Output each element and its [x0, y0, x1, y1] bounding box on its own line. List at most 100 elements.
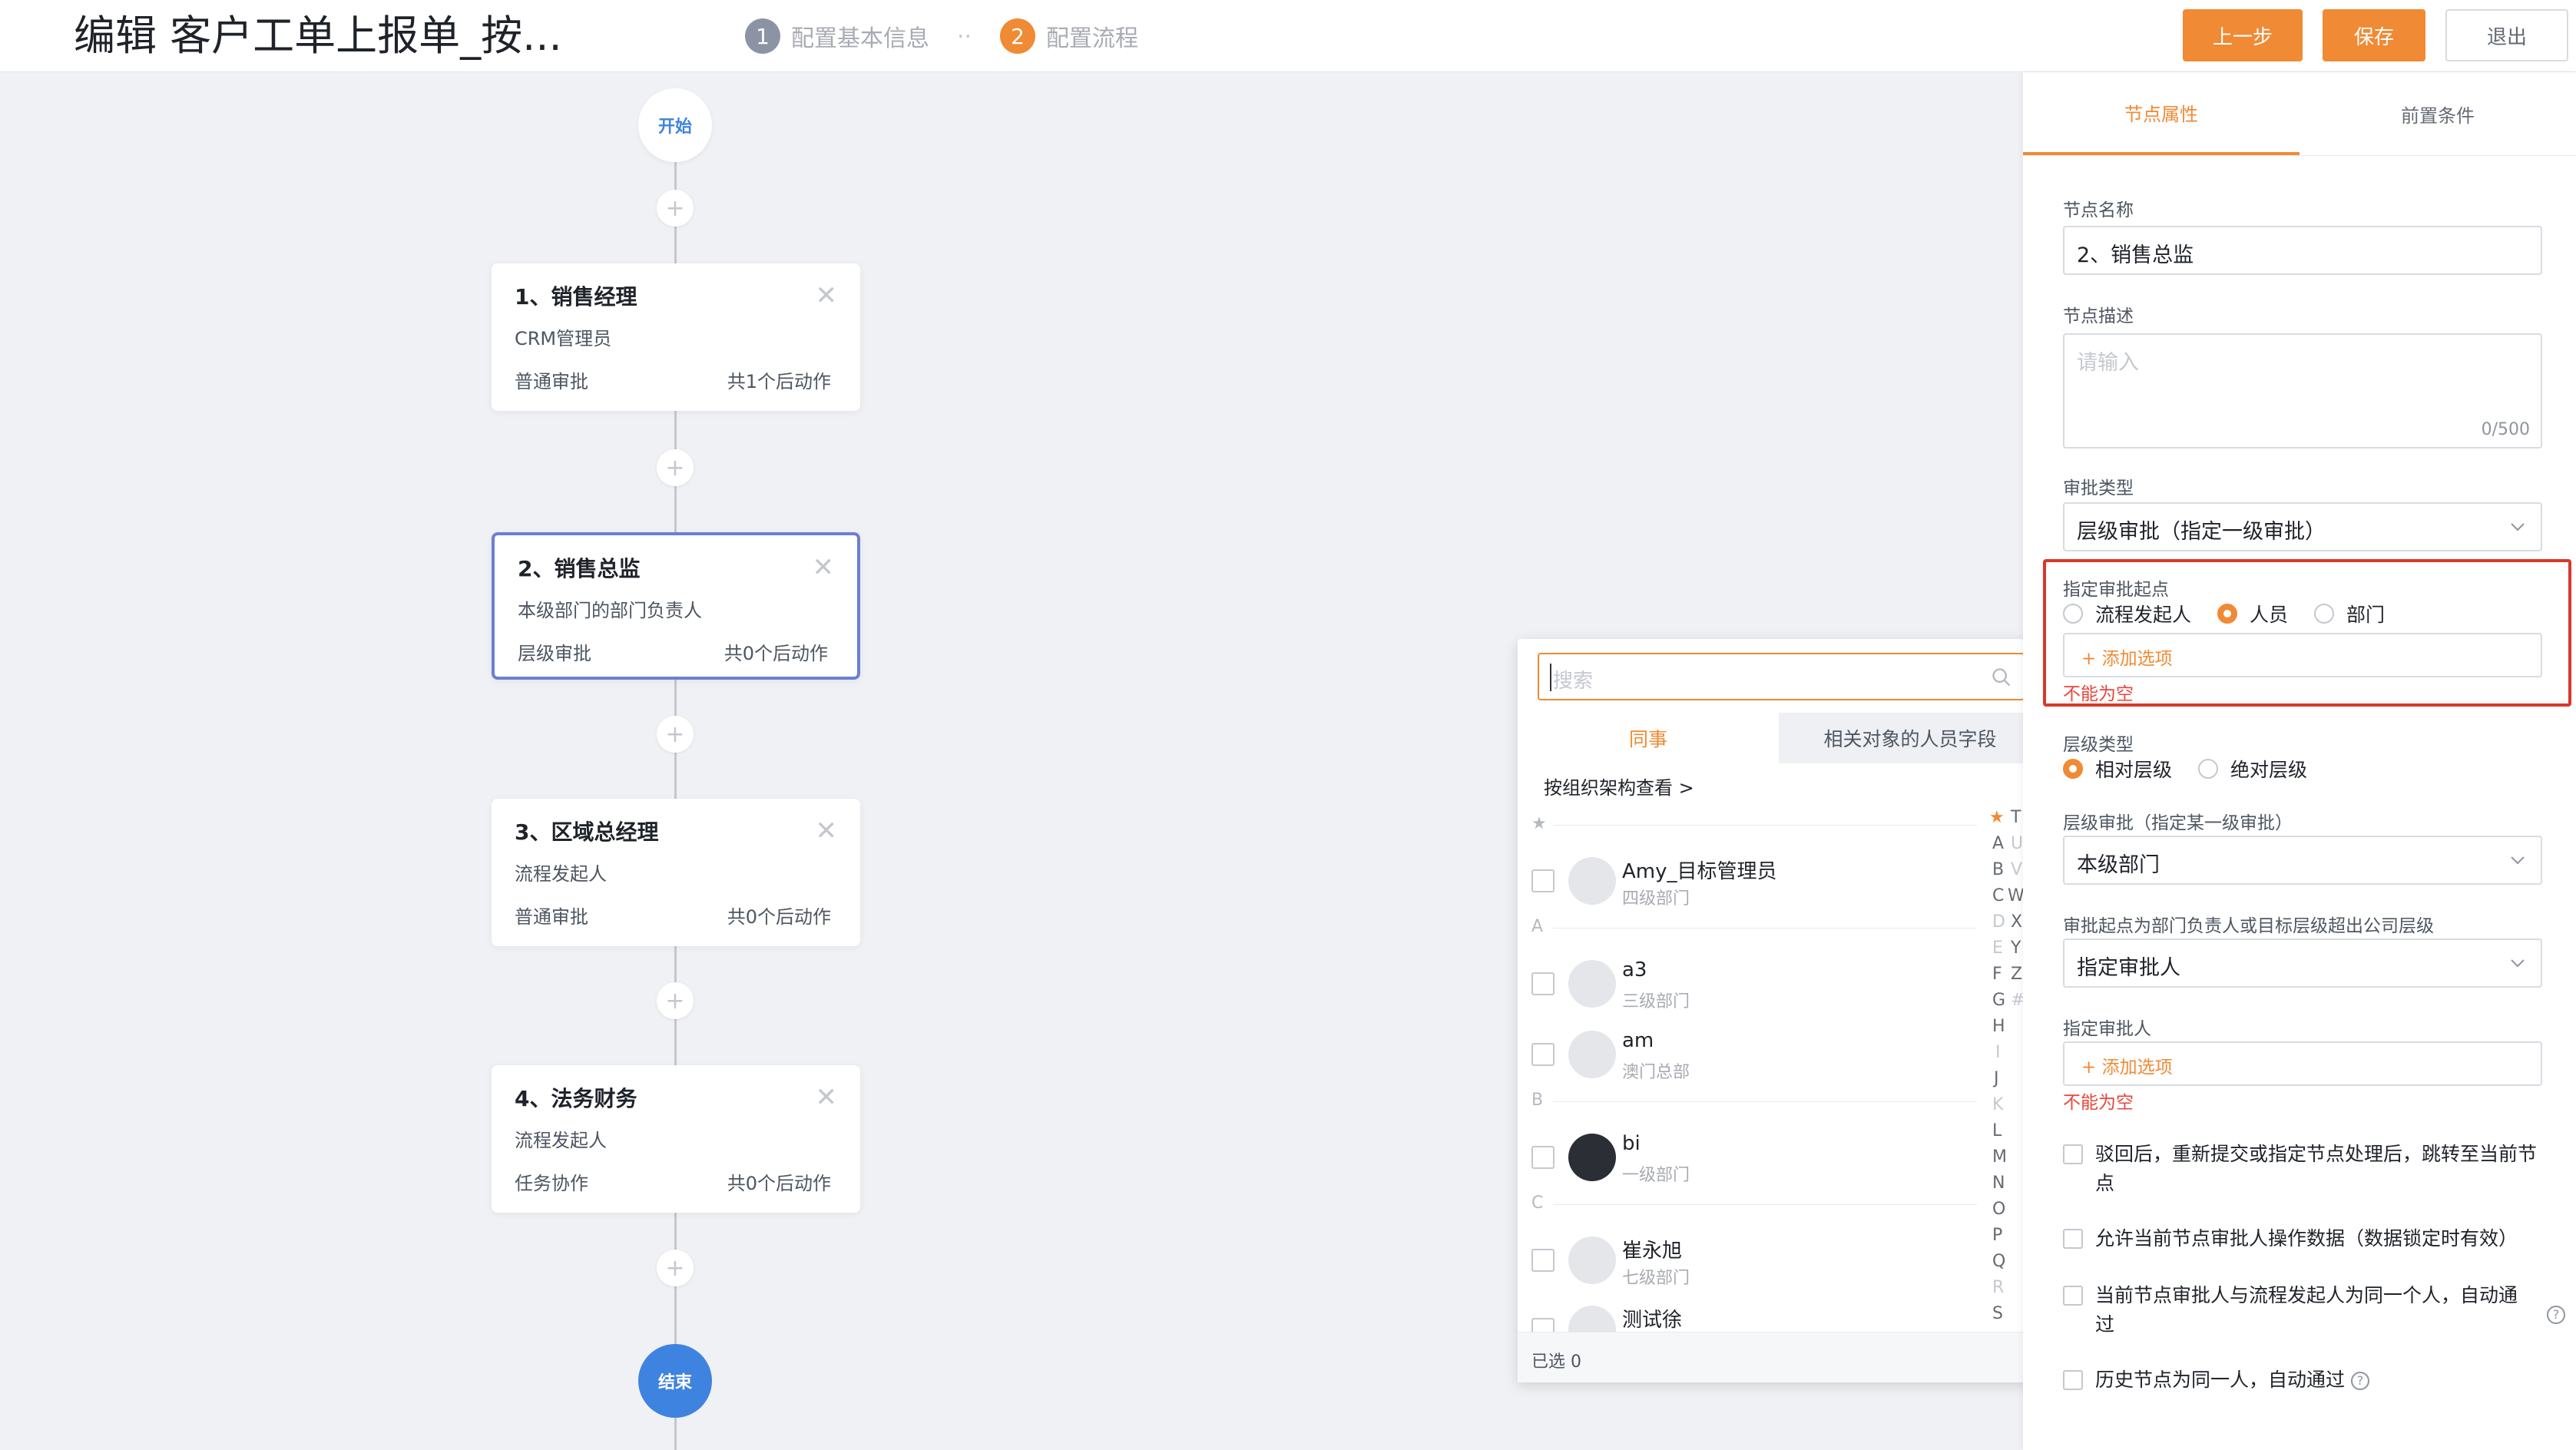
flow-node-card[interactable]: 4、法务财务 ✕ 流程发起人 任务协作 共0个后动作: [492, 1065, 860, 1213]
checkbox-reject-jump[interactable]: 驳回后，重新提交或指定节点处理后，跳转至当前节点: [2063, 1140, 2554, 1198]
checkbox-auto-pass-history[interactable]: 历史节点为同一人，自动通过 ?: [2063, 1366, 2554, 1395]
person-row[interactable]: am 澳门总部: [1518, 1021, 1978, 1083]
index-letter[interactable]: A: [1992, 834, 2004, 853]
picker-search-input[interactable]: 搜索: [1538, 653, 2025, 700]
help-icon[interactable]: ?: [2547, 1306, 2565, 1324]
person-row[interactable]: bi 一级部门: [1518, 1124, 1978, 1186]
prev-step-button[interactable]: 上一步: [2183, 9, 2303, 61]
group-header-b: B: [1531, 1091, 1544, 1110]
index-letter[interactable]: D: [1992, 912, 2005, 932]
index-letter[interactable]: K: [1992, 1095, 2003, 1114]
index-letter[interactable]: R: [1992, 1278, 2004, 1297]
radio-person[interactable]: 人员: [2217, 600, 2288, 627]
index-letter[interactable]: O: [1992, 1200, 2005, 1219]
close-icon[interactable]: ✕: [816, 280, 838, 311]
checkbox[interactable]: [1531, 869, 1555, 892]
checkbox[interactable]: [2063, 1144, 2083, 1164]
person-row[interactable]: 崔永旭 七级部门: [1518, 1227, 1978, 1289]
index-letter[interactable]: X: [2011, 912, 2022, 932]
tab-preconditions[interactable]: 前置条件: [2300, 72, 2576, 155]
tab-colleagues[interactable]: 同事: [1518, 713, 1779, 763]
node-desc-textarea[interactable]: 请输入 0/500: [2063, 333, 2542, 449]
index-letter[interactable]: J: [1994, 1069, 1999, 1088]
index-letter[interactable]: ★: [1989, 808, 2005, 827]
add-option-link[interactable]: + 添加选项: [2081, 1052, 2173, 1078]
person-row[interactable]: a3 三级部门: [1518, 951, 1978, 1012]
index-letter[interactable]: W: [2008, 886, 2025, 905]
index-letter[interactable]: E: [1992, 939, 2003, 958]
add-node-button[interactable]: +: [657, 1250, 694, 1286]
person-name: 测试徐: [1622, 1309, 1683, 1332]
checkbox[interactable]: [2063, 1286, 2083, 1306]
tab-node-properties[interactable]: 节点属性: [2023, 72, 2300, 155]
add-node-button[interactable]: +: [657, 982, 694, 1019]
checkbox[interactable]: [1531, 972, 1555, 995]
help-icon[interactable]: ?: [2350, 1372, 2369, 1390]
tab-related-person-fields[interactable]: 相关对象的人员字段: [1779, 713, 2041, 763]
person-row[interactable]: Amy_目标管理员 四级部门: [1518, 848, 1978, 909]
flow-node-card[interactable]: 1、销售经理 ✕ CRM管理员 普通审批 共1个后动作: [492, 263, 860, 411]
approval-type-select[interactable]: 层级审批（指定一级审批）: [2063, 502, 2542, 551]
flow-node-card-selected[interactable]: 2、销售总监 ✕ 本级部门的部门负责人 层级审批 共0个后动作: [492, 532, 860, 680]
node-desc-placeholder: 请输入: [2077, 351, 2139, 375]
index-letter[interactable]: V: [2011, 860, 2022, 879]
close-icon[interactable]: ✕: [816, 816, 838, 846]
node-subtitle: 本级部门的部门负责人: [518, 600, 702, 621]
step-label: 配置基本信息: [791, 25, 929, 52]
view-by-org-link[interactable]: 按组织架构查看 >: [1544, 773, 1694, 799]
index-letter[interactable]: Z: [2011, 965, 2022, 984]
checkbox[interactable]: [1531, 1146, 1555, 1169]
radio-department[interactable]: 部门: [2314, 600, 2385, 627]
add-option-link[interactable]: + 添加选项: [2081, 644, 2173, 670]
index-letter[interactable]: B: [1992, 860, 2004, 879]
close-icon[interactable]: ✕: [816, 1082, 838, 1113]
radio-circle: [2198, 759, 2219, 779]
index-letter[interactable]: F: [1992, 965, 2002, 984]
assignee-add-field[interactable]: + 添加选项: [2063, 1041, 2542, 1086]
add-node-button[interactable]: +: [657, 449, 694, 486]
node-action-count: 共0个后动作: [727, 906, 831, 928]
overflow-rule-select[interactable]: 指定审批人: [2063, 939, 2542, 988]
flow-node-card[interactable]: 3、区域总经理 ✕ 流程发起人 普通审批 共0个后动作: [492, 799, 860, 946]
radio-absolute-level[interactable]: 绝对层级: [2198, 755, 2307, 783]
node-name-input[interactable]: 2、销售总监: [2063, 226, 2542, 275]
radio-relative-level[interactable]: 相对层级: [2063, 755, 2172, 783]
node-action-count: 共0个后动作: [723, 643, 828, 664]
index-letter[interactable]: H: [1992, 1017, 2005, 1036]
exit-button[interactable]: 退出: [2445, 9, 2568, 61]
checkbox-allow-edit-data[interactable]: 允许当前节点审批人操作数据（数据锁定时有效）: [2063, 1224, 2554, 1253]
index-letter[interactable]: T: [2011, 808, 2021, 827]
step-config-flow[interactable]: 2 配置流程: [1000, 18, 1138, 54]
checkbox[interactable]: [1531, 1318, 1555, 1332]
node-action-count: 共1个后动作: [727, 371, 831, 392]
checkbox[interactable]: [2063, 1370, 2083, 1390]
index-letter[interactable]: S: [1992, 1304, 2003, 1323]
index-letter[interactable]: M: [1992, 1147, 2007, 1167]
close-icon[interactable]: ✕: [813, 552, 835, 583]
checkbox[interactable]: [1531, 1249, 1555, 1272]
step-basic-info[interactable]: 1 配置基本信息: [745, 18, 929, 54]
index-letter[interactable]: C: [1992, 886, 2004, 905]
person-row[interactable]: 测试徐: [1518, 1296, 1978, 1332]
index-letter[interactable]: I: [1995, 1043, 2001, 1062]
index-letter[interactable]: L: [1992, 1121, 2002, 1140]
save-button[interactable]: 保存: [2323, 9, 2425, 61]
add-node-button[interactable]: +: [657, 190, 694, 227]
level-approval-select[interactable]: 本级部门: [2063, 836, 2542, 885]
index-letter[interactable]: P: [1992, 1226, 2002, 1245]
index-letter[interactable]: U: [2011, 834, 2023, 853]
index-letter[interactable]: Q: [1992, 1252, 2005, 1271]
index-letter[interactable]: N: [1992, 1174, 2005, 1193]
checkbox[interactable]: [2063, 1229, 2083, 1249]
flow-start-node[interactable]: 开始: [638, 88, 712, 162]
checkbox[interactable]: [1531, 1043, 1555, 1066]
flow-end-node[interactable]: 结束: [638, 1344, 712, 1418]
person-name: am: [1622, 1029, 1654, 1052]
checkbox-auto-pass-same-initiator[interactable]: 当前节点审批人与流程发起人为同一个人，自动通过: [2063, 1281, 2554, 1339]
index-letter[interactable]: Y: [2011, 939, 2021, 958]
start-point-add-field[interactable]: + 添加选项: [2063, 633, 2542, 677]
radio-initiator[interactable]: 流程发起人: [2063, 600, 2191, 627]
add-node-button[interactable]: +: [657, 716, 694, 753]
index-letter[interactable]: G: [1992, 991, 2005, 1010]
search-icon[interactable]: [1991, 667, 2012, 688]
